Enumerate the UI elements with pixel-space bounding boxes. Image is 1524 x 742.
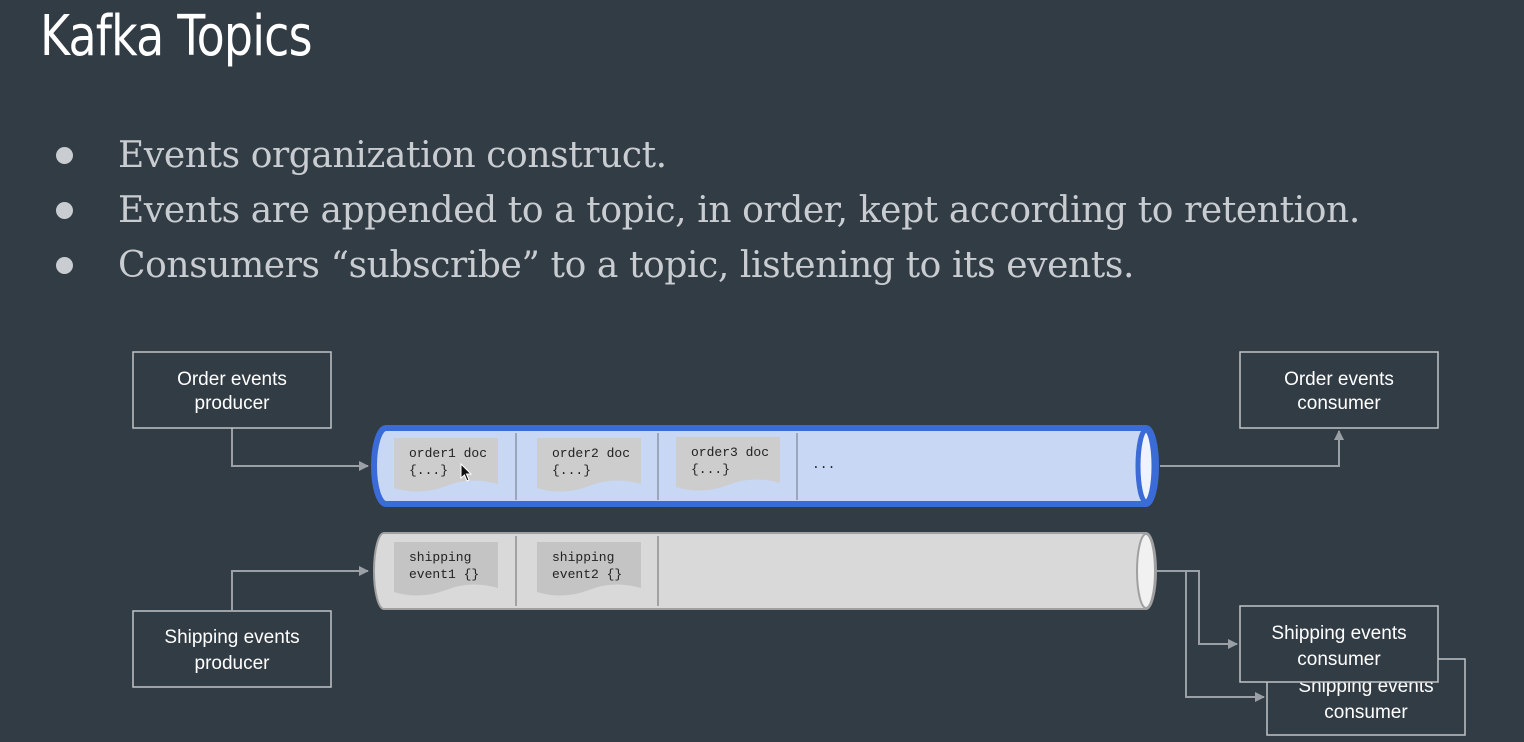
- box-label-line: Shipping events: [1271, 623, 1406, 644]
- doc-title: order3 doc: [691, 445, 769, 460]
- box-label-line: consumer: [1324, 702, 1408, 723]
- arrow-shipping-producer-to-topic: [231, 566, 369, 610]
- order-topic: order1 doc {...} order2 doc {...} order3…: [371, 425, 1159, 507]
- box-label-line: consumer: [1297, 649, 1381, 670]
- shipping-topic-end-cap: [1136, 533, 1156, 609]
- shipping-events-producer-box: Shipping events producer: [132, 610, 332, 688]
- doc-body: {...}: [691, 462, 730, 477]
- doc-body: {...}: [552, 463, 591, 478]
- order-events-consumer-box: Order events consumer: [1239, 351, 1439, 429]
- arrow-order-topic-to-consumer: [1160, 430, 1344, 467]
- doc-body: event2 {}: [552, 567, 622, 582]
- doc-title: order1 doc: [409, 446, 487, 461]
- box-label-line: producer: [195, 393, 271, 414]
- order-events-producer-box: Order events producer: [132, 351, 332, 429]
- order-topic-end-cap: [1135, 427, 1157, 505]
- shipping-topic: shipping event1 {} shipping event2 {}: [373, 532, 1157, 610]
- doc-title: order2 doc: [552, 446, 630, 461]
- box-label-line: Order events: [177, 369, 287, 390]
- arrow-shipping-topic-to-consumer-1: [1156, 570, 1238, 649]
- doc-title: shipping: [552, 550, 614, 565]
- box-label-line: Order events: [1284, 369, 1394, 390]
- arrow-order-producer-to-topic: [231, 428, 369, 471]
- shipping-events-consumer-box-front: Shipping events consumer: [1239, 605, 1439, 683]
- box-label-line: producer: [195, 653, 271, 674]
- box-label-line: consumer: [1297, 393, 1381, 414]
- doc-title: shipping: [409, 550, 471, 565]
- doc-body: {...}: [409, 463, 448, 478]
- doc-body: event1 {}: [409, 567, 479, 582]
- box-label-line: Shipping events: [164, 627, 299, 648]
- kafka-topics-diagram: order1 doc {...} order2 doc {...} order3…: [132, 351, 1466, 736]
- more-events-ellipsis: ...: [812, 457, 835, 472]
